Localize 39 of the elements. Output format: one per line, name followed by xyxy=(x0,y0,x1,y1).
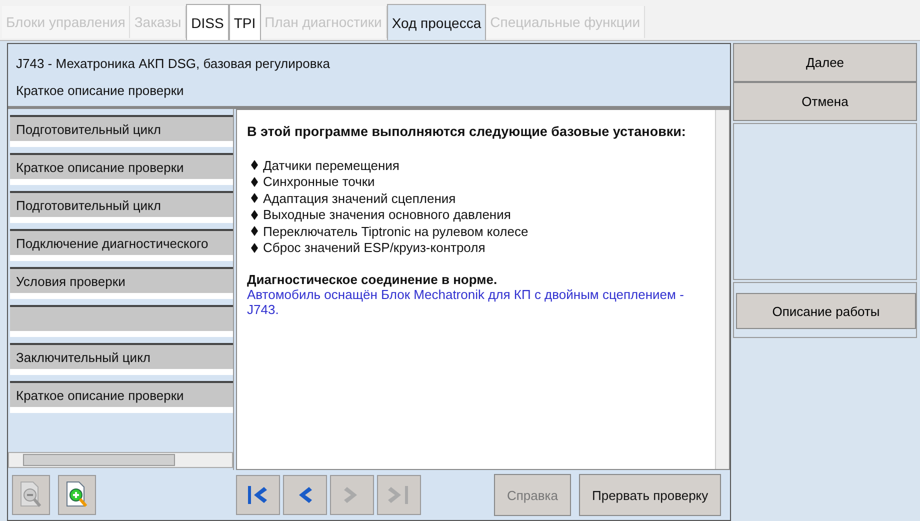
procedure-title: J743 - Мехатроника АКП DSG, базовая регулировка xyxy=(16,56,331,71)
setting-item: Сброс значений ESP/круиз-контроля xyxy=(263,240,486,256)
tab[interactable]: Ход процесса xyxy=(386,4,486,40)
bullet-icon xyxy=(251,210,258,220)
work-description-button[interactable]: Описание работы xyxy=(736,293,916,329)
step-item[interactable]: Краткое описание проверки xyxy=(10,381,233,413)
zoom-out-icon xyxy=(18,480,44,510)
bullet-icon xyxy=(251,226,258,236)
action-button[interactable]: Прервать проверку xyxy=(579,474,722,516)
tab[interactable]: DISS xyxy=(186,4,229,40)
vehicle-note: Автомобиль оснащён Блок Mechatronik для КП с двойным сцеплением - J743. xyxy=(247,287,685,317)
description-heading: В этой программе выполняются следующие базовые установки: xyxy=(247,124,687,139)
step-item[interactable]: Подключение диагностического xyxy=(10,229,233,261)
step-item[interactable]: Краткое описание проверки xyxy=(10,153,233,185)
step-item[interactable]: Подготовительный цикл xyxy=(10,191,233,223)
zoom-button[interactable] xyxy=(58,475,96,515)
zoom-in-icon xyxy=(64,480,90,510)
bullet-icon xyxy=(251,242,258,253)
status-text: Диагностическое соединение в норме. xyxy=(247,272,498,287)
procedure-subtitle: Краткое описание проверки xyxy=(16,83,185,98)
blank-step-item[interactable] xyxy=(10,305,233,337)
nav-button[interactable] xyxy=(236,475,280,515)
setting-item: Выходные значения основного давления xyxy=(263,207,511,222)
bullet-icon xyxy=(251,160,258,170)
vertical-scrollbar[interactable] xyxy=(715,110,729,469)
step-item[interactable]: Условия проверки xyxy=(10,267,233,299)
setting-item: Синхронные точки xyxy=(263,174,375,190)
step-item[interactable]: Заключительный цикл xyxy=(10,343,233,375)
step-item[interactable]: Подготовительный цикл xyxy=(10,115,233,147)
bullet-icon xyxy=(251,193,258,204)
setting-item: Адаптация значений сцепления xyxy=(263,190,456,206)
tab[interactable]: TPI xyxy=(228,4,261,40)
nav-button[interactable] xyxy=(283,475,327,515)
setting-item: Переключатель Tiptronic на рулевом колесе xyxy=(263,224,528,239)
side-button[interactable]: Отмена xyxy=(733,82,917,121)
bullet-icon xyxy=(251,176,258,187)
horizontal-scrollbar[interactable] xyxy=(8,452,233,468)
side-button[interactable]: Далее xyxy=(733,43,917,82)
setting-item: Датчики перемещения xyxy=(263,158,400,173)
